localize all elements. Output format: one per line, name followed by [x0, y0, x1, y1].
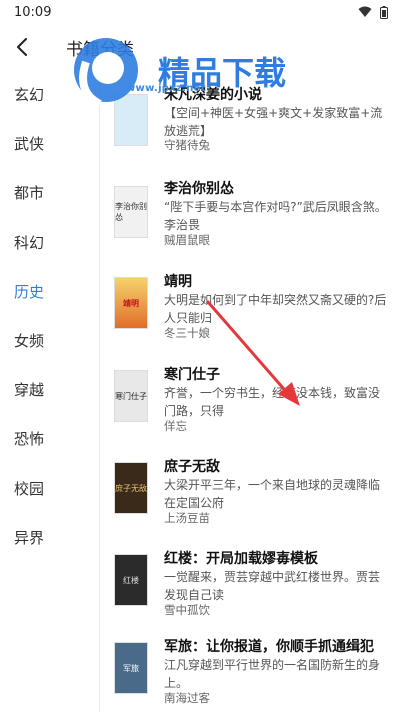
- battery-icon: [380, 5, 388, 19]
- category-sidebar: 玄幻 武侠 都市 科幻 历史 女频 穿越 恐怖 校园 异界: [0, 70, 100, 712]
- page-title: 书籍分类: [66, 39, 134, 60]
- sidebar-item-dushi[interactable]: 都市: [0, 168, 99, 217]
- book-cover: 红楼: [114, 554, 148, 606]
- back-arrow-icon: [17, 38, 27, 56]
- book-cover: 庶子无敌: [114, 462, 148, 514]
- book-cover: 军旅: [114, 642, 148, 694]
- sidebar-item-kehuan[interactable]: 科幻: [0, 218, 99, 267]
- book-title: 军旅：让你报道，你顺手抓通缉犯: [164, 639, 374, 655]
- sidebar-item-wuxia[interactable]: 武侠: [0, 119, 99, 168]
- sidebar-item-label: 历史: [14, 282, 45, 301]
- wifi-icon: [358, 6, 372, 17]
- book-title: 宋凡深姜的小说: [164, 87, 262, 103]
- status-icons: [358, 5, 388, 19]
- book-title: 李治你别怂: [164, 181, 234, 197]
- book-description: 大梁开平三年，一个来自地球的灵魂降临在定国公府: [164, 478, 381, 510]
- list-item[interactable]: 寒门仕子 寒门仕子 齐誉，一个穷书生，经商没本钱，致富没门路，只得 佯忘: [100, 358, 400, 452]
- list-item[interactable]: 李治你别怂 李治你别怂 “陛下手要与本宫作对吗?”武后凤眼含煞。李治畏 贼眉鼠眼: [100, 172, 400, 266]
- book-title: 庶子无敌: [164, 459, 220, 475]
- book-author: 雪中孤饮: [164, 603, 210, 617]
- book-author: 南海过客: [164, 691, 210, 705]
- list-item[interactable]: 军旅 军旅：让你报道，你顺手抓通缉犯 江凡穿越到平行世界的一名国防新生的身上。 …: [100, 630, 400, 712]
- sidebar-item-kongbu[interactable]: 恐怖: [0, 414, 99, 463]
- book-description: 江凡穿越到平行世界的一名国防新生的身上。: [164, 658, 381, 690]
- book-title: 红楼：开局加载嫪毐模板: [164, 551, 318, 567]
- book-list: 宋凡深姜的小说 【空间+神医+女强+爽文+发家致富+流放逃荒】 守猪待兔 李治你…: [100, 70, 400, 712]
- list-item[interactable]: 宋凡深姜的小说 【空间+神医+女强+爽文+发家致富+流放逃荒】 守猪待兔: [100, 70, 400, 164]
- book-author: 守猪待兔: [164, 138, 210, 152]
- sidebar-item-label: 都市: [14, 184, 45, 203]
- book-description: 【空间+神医+女强+爽文+发家致富+流放逃荒】: [164, 106, 383, 138]
- sidebar-item-chuanyue[interactable]: 穿越: [0, 365, 99, 414]
- list-item[interactable]: 靖明 靖明 大明是如何到了中年却突然又斋又硬的?后人只能归 冬三十娘: [100, 265, 400, 359]
- book-title: 靖明: [164, 274, 192, 290]
- sidebar-item-xiaoyuan[interactable]: 校园: [0, 464, 99, 513]
- sidebar-item-label: 恐怖: [14, 430, 45, 449]
- back-button[interactable]: [0, 24, 44, 70]
- sidebar-item-label: 校园: [14, 479, 45, 498]
- sidebar-item-xuanhuan[interactable]: 玄幻: [0, 70, 99, 119]
- sidebar-item-label: 女频: [14, 332, 45, 351]
- book-cover: 靖明: [114, 277, 148, 329]
- book-description: 一觉醒来，贾芸穿越中武红楼世界。贾芸发现自己读: [164, 570, 381, 602]
- sidebar-item-yijie[interactable]: 异界: [0, 513, 99, 562]
- sidebar-item-nvpin[interactable]: 女频: [0, 316, 99, 365]
- sidebar-item-label: 武侠: [14, 135, 45, 154]
- book-title: 寒门仕子: [164, 367, 220, 383]
- sidebar-item-label: 科幻: [14, 233, 45, 252]
- sidebar-item-label: 异界: [14, 528, 45, 547]
- status-bar: 10:09: [0, 0, 400, 24]
- list-item[interactable]: 红楼 红楼：开局加载嫪毐模板 一觉醒来，贾芸穿越中武红楼世界。贾芸发现自己读 雪…: [100, 542, 400, 636]
- book-author: 贼眉鼠眼: [164, 233, 210, 247]
- sidebar-item-label: 穿越: [14, 381, 45, 400]
- book-description: 大明是如何到了中年却突然又斋又硬的?后人只能归: [164, 293, 387, 325]
- book-cover: 李治你别怂: [114, 186, 148, 238]
- book-cover: 寒门仕子: [114, 370, 148, 422]
- book-author: 佯忘: [164, 419, 187, 433]
- sidebar-item-label: 玄幻: [14, 86, 45, 105]
- book-author: 冬三十娘: [164, 326, 210, 340]
- book-description: “陛下手要与本宫作对吗?”武后凤眼含煞。李治畏: [164, 200, 387, 232]
- book-description: 齐誉，一个穷书生，经商没本钱，致富没门路，只得: [164, 386, 381, 418]
- top-app-bar: 书籍分类: [0, 24, 400, 70]
- list-item[interactable]: 庶子无敌 庶子无敌 大梁开平三年，一个来自地球的灵魂降临在定国公府 上汤豆苗: [100, 450, 400, 544]
- status-time: 10:09: [14, 4, 52, 20]
- sidebar-item-lishi[interactable]: 历史: [0, 267, 99, 316]
- book-author: 上汤豆苗: [164, 511, 210, 525]
- book-cover: [114, 94, 148, 146]
